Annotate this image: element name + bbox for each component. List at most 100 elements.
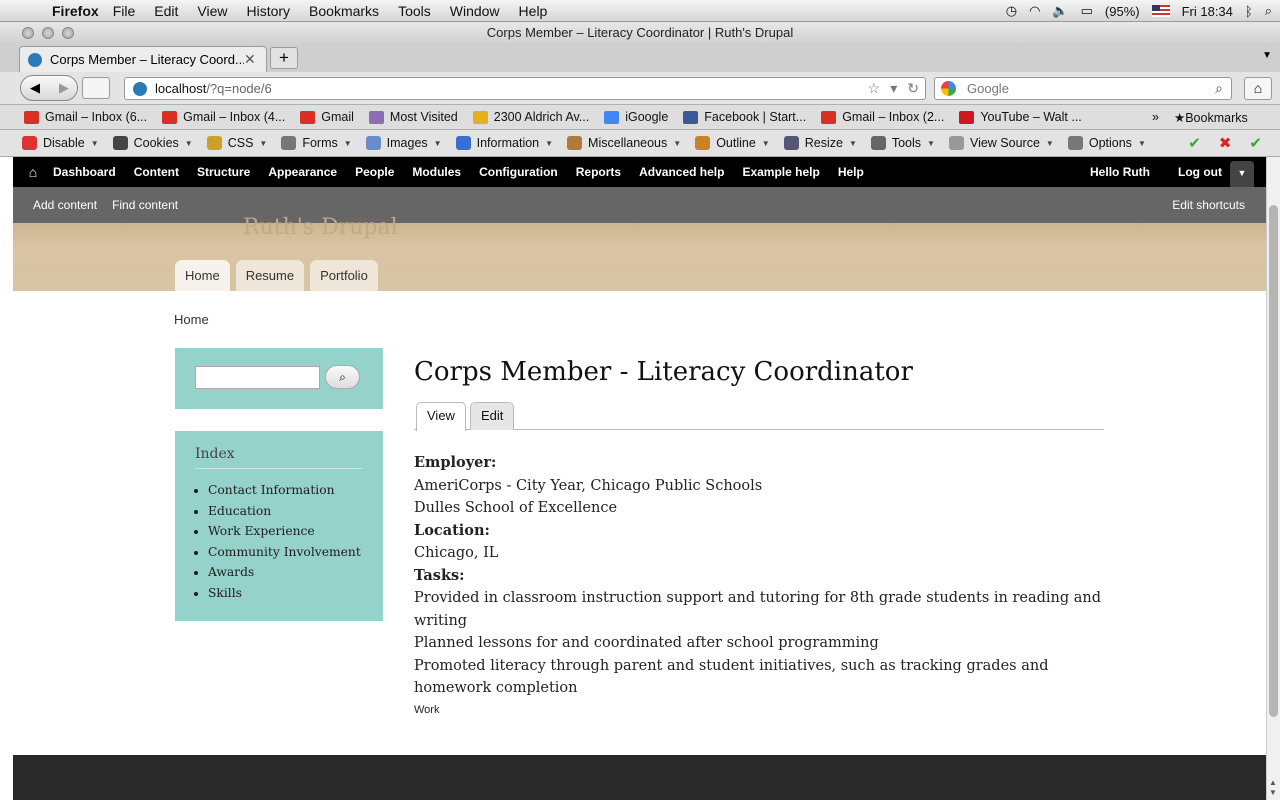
menubar-clock[interactable]: Fri 18:34 — [1182, 4, 1233, 19]
page-scrollbar[interactable]: ▲ ▼ — [1266, 157, 1280, 800]
menu-resume[interactable]: Resume — [235, 260, 305, 291]
index-link-education[interactable]: Education — [208, 504, 361, 525]
admin-menu-structure[interactable]: Structure — [197, 165, 250, 179]
zoom-window-button[interactable] — [62, 27, 74, 39]
admin-menu-modules[interactable]: Modules — [412, 165, 461, 179]
admin-menu-dashboard[interactable]: Dashboard — [53, 165, 116, 179]
menu-edit[interactable]: Edit — [154, 3, 178, 19]
bookmark-item[interactable]: Gmail – Inbox (6... — [24, 110, 147, 124]
admin-menu-reports[interactable]: Reports — [576, 165, 621, 179]
webdev-menu-tools[interactable]: Tools ▼ — [870, 136, 935, 150]
shortcut-find-content[interactable]: Find content — [112, 198, 178, 212]
menu-help[interactable]: Help — [519, 3, 548, 19]
url-bar[interactable]: localhost/?q=node/6 ☆ ▾ ↻ — [124, 77, 926, 100]
bluetooth-icon[interactable]: ᛒ — [1245, 4, 1253, 19]
webdev-menu-resize[interactable]: Resize ▼ — [783, 136, 857, 150]
site-name[interactable]: Ruth's Drupal — [243, 215, 398, 240]
history-dropdown-icon[interactable]: ▾ — [890, 80, 897, 97]
search-submit-button[interactable]: ⌕ — [325, 365, 360, 389]
user-greeting-link[interactable]: Hello Ruth — [1090, 165, 1150, 179]
admin-menu-people[interactable]: People — [355, 165, 394, 179]
admin-menu-appearance[interactable]: Appearance — [268, 165, 337, 179]
battery-percent[interactable]: (95%) — [1105, 4, 1140, 19]
webdev-menu-information[interactable]: Information ▼ — [455, 136, 553, 150]
menu-portfolio[interactable]: Portfolio — [310, 260, 378, 291]
admin-menu-help[interactable]: Help — [838, 165, 864, 179]
home-button[interactable]: ⌂ — [1244, 77, 1272, 100]
forward-button[interactable]: ▶ — [51, 76, 77, 100]
taxonomy-term-link[interactable]: Work — [414, 700, 1104, 720]
minimize-window-button[interactable] — [42, 27, 54, 39]
search-bar[interactable]: Google ⌕ — [934, 77, 1232, 100]
bookmark-item[interactable]: Gmail — [300, 110, 354, 124]
index-link-community-involvement[interactable]: Community Involvement — [208, 545, 361, 566]
webdev-menu-miscellaneous[interactable]: Miscellaneous ▼ — [567, 136, 681, 150]
volume-icon[interactable]: 🔈 — [1052, 3, 1068, 19]
admin-menu-content[interactable]: Content — [134, 165, 179, 179]
menu-history[interactable]: History — [246, 3, 290, 19]
index-link-contact-information[interactable]: Contact Information — [208, 483, 361, 504]
back-button[interactable]: ◀ — [21, 76, 49, 100]
webdev-menu-outline[interactable]: Outline ▼ — [695, 136, 770, 150]
search-input[interactable] — [195, 366, 320, 389]
webdev-menu-view-source[interactable]: View Source ▼ — [948, 136, 1054, 150]
bookmarks-menu-button[interactable]: ★ Bookmarks — [1174, 110, 1248, 126]
webdev-menu-css[interactable]: CSS ▼ — [206, 136, 267, 150]
index-link-awards[interactable]: Awards — [208, 565, 361, 586]
bookmark-favicon-icon — [604, 110, 620, 124]
bookmark-item[interactable]: iGoogle — [604, 110, 668, 124]
scrollbar-thumb[interactable] — [1269, 205, 1278, 717]
google-engine-icon[interactable] — [941, 81, 956, 96]
close-tab-icon[interactable]: ✕ — [244, 51, 266, 68]
index-link-work-experience[interactable]: Work Experience — [208, 524, 361, 545]
app-menu[interactable]: Firefox — [52, 3, 99, 19]
bookmark-item[interactable]: 2300 Aldrich Av... — [472, 110, 589, 124]
breadcrumb[interactable]: Home — [174, 312, 209, 327]
admin-menu-advanced-help[interactable]: Advanced help — [639, 165, 724, 179]
toolbar-toggle-icon[interactable]: ▼ — [1230, 161, 1254, 187]
bookmark-item[interactable]: Gmail – Inbox (2... — [821, 110, 944, 124]
shortcut-add-content[interactable]: Add content — [33, 198, 97, 212]
browser-tab[interactable]: Corps Member – Literacy Coord... ✕ — [19, 46, 267, 72]
menu-tools[interactable]: Tools — [398, 3, 431, 19]
edit-shortcuts-link[interactable]: Edit shortcuts — [1172, 198, 1245, 212]
js-error-icon[interactable]: ✖ — [1219, 134, 1232, 152]
bookmark-item[interactable]: Gmail – Inbox (4... — [162, 110, 285, 124]
webdev-menu-disable[interactable]: Disable ▼ — [22, 136, 99, 150]
menu-home[interactable]: Home — [175, 260, 230, 291]
admin-menu-example-help[interactable]: Example help — [742, 165, 819, 179]
time-machine-icon[interactable]: ◷ — [1006, 3, 1017, 19]
bookmark-item[interactable]: YouTube – Walt ... — [959, 110, 1082, 124]
input-source-flag-icon[interactable] — [1151, 5, 1170, 17]
admin-menu-configuration[interactable]: Configuration — [479, 165, 558, 179]
battery-icon[interactable]: ▭ — [1081, 3, 1093, 19]
menu-view[interactable]: View — [197, 3, 227, 19]
scrollbar-arrows-icon[interactable]: ▲ ▼ — [1269, 778, 1277, 798]
webdev-menu-options[interactable]: Options ▼ — [1067, 136, 1146, 150]
bookmark-item[interactable]: Most Visited — [368, 110, 458, 124]
search-icon[interactable]: ⌕ — [1215, 80, 1223, 97]
bookmark-item[interactable]: Facebook | Start... — [683, 110, 806, 124]
webdev-menu-cookies[interactable]: Cookies ▼ — [112, 136, 193, 150]
close-window-button[interactable] — [22, 27, 34, 39]
css-valid-check-icon[interactable]: ✔ — [1188, 134, 1201, 152]
tab-list-icon[interactable]: ▼ — [1262, 50, 1272, 61]
bookmarks-overflow-chevron-icon[interactable]: » — [1152, 110, 1159, 124]
menu-file[interactable]: File — [113, 3, 136, 19]
menu-window[interactable]: Window — [450, 3, 500, 19]
logout-link[interactable]: Log out — [1178, 165, 1222, 179]
spotlight-icon[interactable]: ⌕ — [1265, 3, 1272, 19]
new-tab-button[interactable]: + — [270, 47, 298, 69]
site-identity-button[interactable] — [82, 77, 110, 99]
bookmark-star-icon[interactable]: ☆ — [868, 80, 881, 97]
admin-home-icon[interactable]: ⌂ — [13, 164, 53, 180]
tab-view[interactable]: View — [416, 402, 466, 431]
webdev-menu-images[interactable]: Images ▼ — [365, 136, 442, 150]
menu-bookmarks[interactable]: Bookmarks — [309, 3, 379, 19]
wifi-icon[interactable]: ◠ — [1029, 3, 1040, 19]
html-valid-check-icon[interactable]: ✔ — [1249, 134, 1262, 152]
tab-edit[interactable]: Edit — [470, 402, 515, 430]
webdev-menu-forms[interactable]: Forms ▼ — [281, 136, 352, 150]
reload-icon[interactable]: ↻ — [907, 80, 919, 97]
index-link-skills[interactable]: Skills — [208, 586, 361, 607]
